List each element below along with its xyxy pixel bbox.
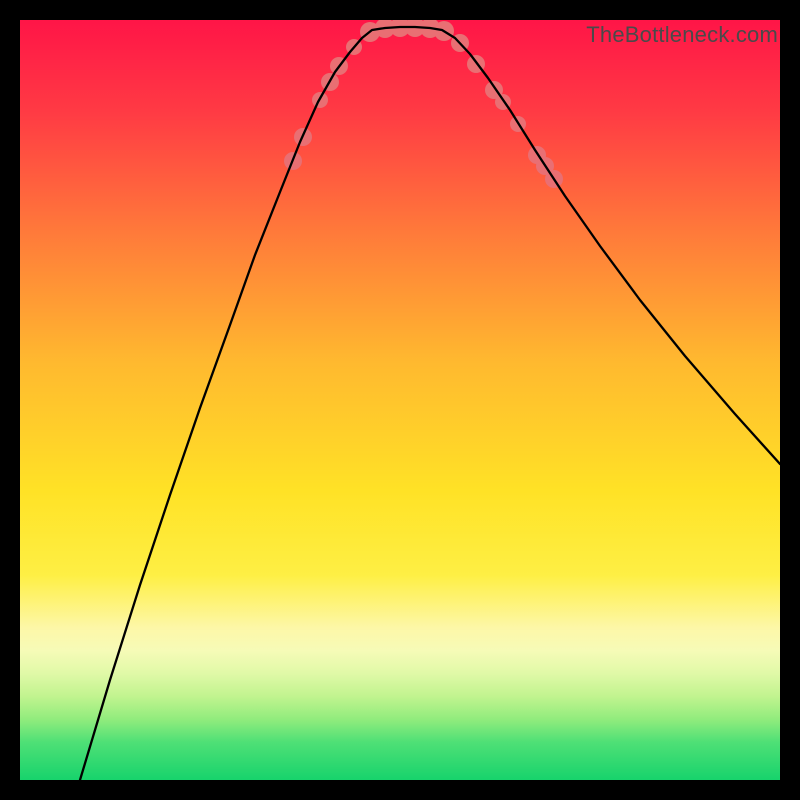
- markers-group: [284, 20, 563, 188]
- plot-frame: [20, 20, 780, 780]
- curve-layer: [20, 20, 780, 780]
- watermark-text: TheBottleneck.com: [586, 22, 778, 48]
- bottleneck-curve: [80, 27, 780, 780]
